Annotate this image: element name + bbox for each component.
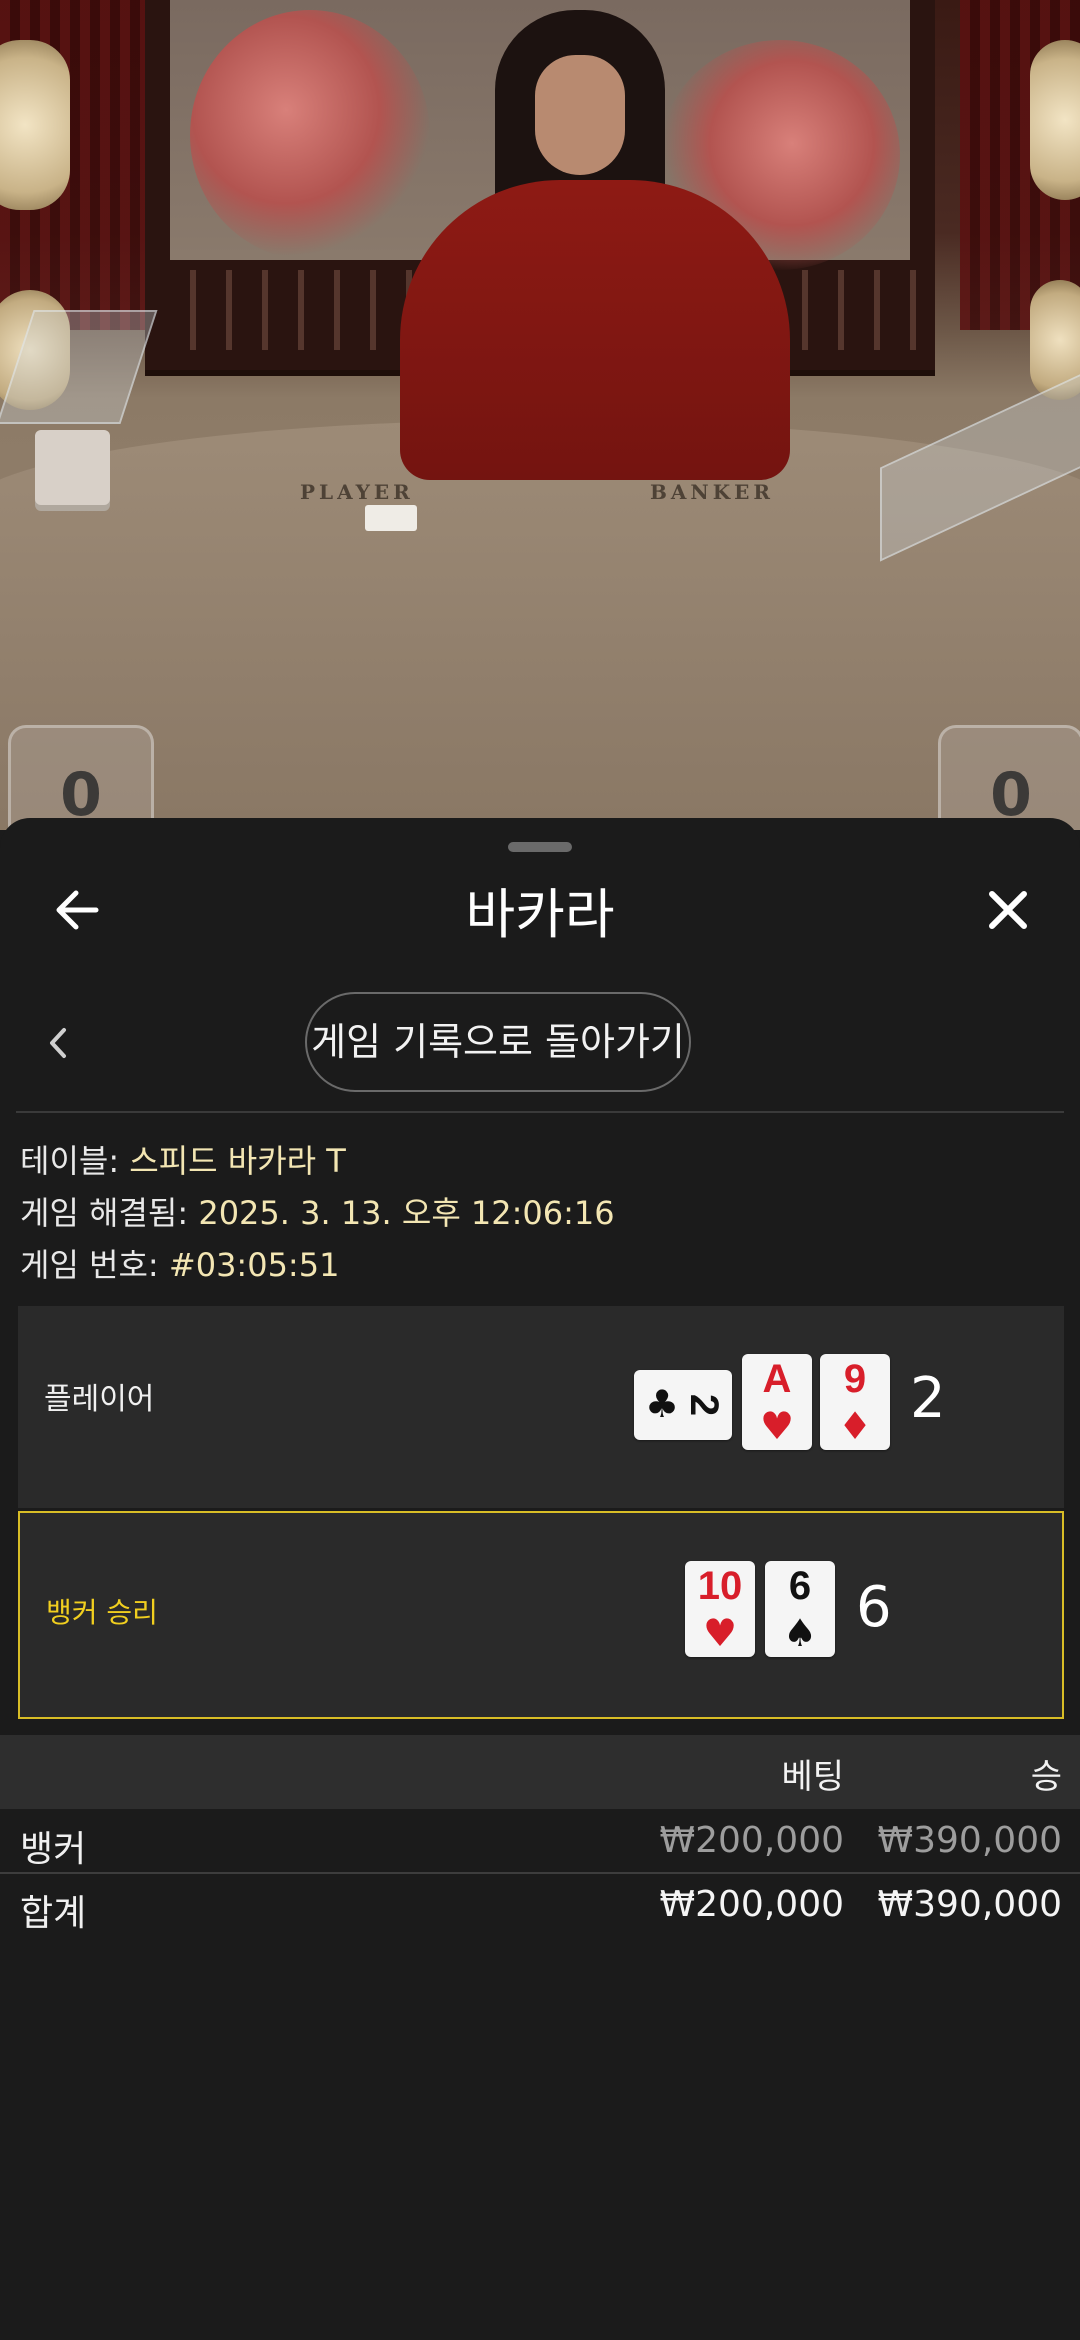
game-number-info: 게임 번호: #03:05:51	[20, 1240, 339, 1286]
player-hand: 플레이어 2 ♣ A ♥ 9 ♦ 2	[18, 1306, 1064, 1508]
banker-card-2: 6 ♠	[765, 1561, 835, 1657]
total-bet-amount: ₩200,000	[659, 1884, 844, 1925]
close-icon[interactable]	[978, 880, 1038, 940]
table-row: 뱅커 ₩200,000 ₩390,000	[0, 1810, 1080, 1874]
banker-hand: 뱅커 승리 10 ♥ 6 ♠ 6	[18, 1511, 1064, 1719]
lantern-left-top	[0, 40, 70, 210]
player-card-2: A ♥	[742, 1354, 812, 1450]
resolved-info-label: 게임 해결됨:	[20, 1194, 199, 1232]
table-info: 테이블: 스피드 바카라 T	[20, 1136, 346, 1182]
player-hand-label: 플레이어	[44, 1382, 155, 1417]
game-number-value: #03:05:51	[168, 1246, 340, 1284]
dealer	[400, 180, 790, 480]
back-to-history-button[interactable]: 게임 기록으로 돌아가기	[305, 992, 691, 1092]
page-title: 바카라	[465, 883, 615, 946]
win-amount: ₩390,000	[877, 1820, 1062, 1861]
table-card	[365, 505, 417, 531]
live-video-feed: PLAYER BANKER 0 0	[0, 0, 1080, 830]
table-label-player: PLAYER	[300, 480, 414, 504]
player-hand-score: 2	[910, 1366, 946, 1431]
banker-card-1: 10 ♥	[685, 1561, 755, 1657]
table-info-value: 스피드 바카라 T	[129, 1142, 346, 1180]
lantern-right-top	[1030, 40, 1080, 200]
column-header-win: 승	[1030, 1757, 1062, 1797]
banker-score-badge: 0	[938, 725, 1080, 830]
divider	[16, 1111, 1064, 1113]
game-detail-sheet: 바카라 게임 기록으로 돌아가기 테이블: 스피드 바카라 T 게임 해결됨: …	[0, 818, 1080, 2340]
bet-name: 뱅커	[20, 1829, 87, 1870]
resolved-info-value: 2025. 3. 13. 오후 12:06:16	[198, 1194, 615, 1232]
total-label: 합계	[20, 1893, 87, 1934]
card-stack	[35, 430, 110, 505]
cherry-blossom-left	[190, 10, 430, 260]
bet-amount: ₩200,000	[659, 1820, 844, 1861]
banker-hand-score: 6	[856, 1575, 892, 1640]
bets-table-header: 베팅 승	[0, 1735, 1080, 1809]
banker-hand-label: 뱅커 승리	[46, 1596, 158, 1629]
chevron-left-icon[interactable]	[40, 1018, 76, 1068]
table-row-total: 합계 ₩200,000 ₩390,000	[0, 1874, 1080, 1936]
column-header-bet: 베팅	[781, 1757, 844, 1797]
total-win-amount: ₩390,000	[877, 1884, 1062, 1925]
table-info-label: 테이블:	[20, 1142, 130, 1180]
player-card-3: 9 ♦	[820, 1354, 890, 1450]
drag-handle[interactable]	[508, 842, 572, 852]
game-number-label: 게임 번호:	[20, 1246, 169, 1284]
dealer-face	[535, 55, 625, 175]
player-score-badge: 0	[8, 725, 154, 830]
player-card-1: 2 ♣	[634, 1370, 732, 1440]
resolved-info: 게임 해결됨: 2025. 3. 13. 오후 12:06:16	[20, 1188, 615, 1234]
table-label-banker: BANKER	[650, 480, 774, 504]
